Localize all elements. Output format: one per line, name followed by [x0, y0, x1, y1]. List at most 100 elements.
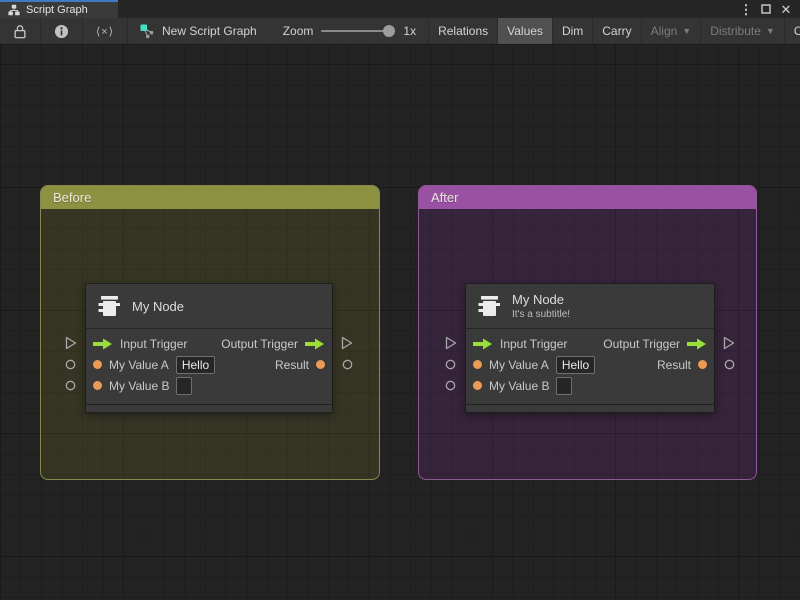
external-result-port[interactable]	[342, 359, 353, 370]
value-a-port-icon[interactable]	[93, 360, 102, 369]
result-port-icon[interactable]	[316, 360, 325, 369]
node-my-node-before[interactable]: My Node Input Trigger Output Trigger My …	[85, 283, 333, 413]
overview-button[interactable]: Overview	[783, 18, 800, 44]
values-button[interactable]: Values	[497, 18, 552, 44]
tab-label: Script Graph	[26, 4, 88, 16]
value-b-port-icon[interactable]	[93, 381, 102, 390]
relations-button[interactable]: Relations	[428, 18, 497, 44]
input-trigger-port-icon[interactable]	[473, 338, 493, 350]
value-b-row: My Value B	[466, 375, 714, 396]
node-before-wrap: My Node Input Trigger Output Trigger My …	[65, 283, 353, 413]
node-title: My Node	[132, 298, 185, 314]
group-after-header[interactable]: After	[419, 186, 756, 209]
node-subtitle: It's a subtitle!	[512, 309, 571, 320]
edit-source-button[interactable]: ⟨×⟩	[83, 18, 129, 44]
zoom-value: 1x	[403, 24, 417, 38]
output-trigger-label: Output Trigger	[221, 336, 298, 351]
external-flow-input-port[interactable]	[65, 336, 77, 350]
value-b-label: My Value B	[489, 378, 550, 393]
external-value-b-port[interactable]	[65, 380, 76, 391]
distribute-dropdown: Distribute ▼	[700, 18, 784, 44]
value-b-label: My Value B	[109, 378, 170, 393]
window-controls: ⋮ ✕	[738, 0, 800, 18]
chevron-down-icon: ▼	[765, 25, 775, 36]
external-flow-output-port[interactable]	[341, 336, 353, 350]
relations-label: Relations	[438, 24, 489, 38]
tab-bar: Script Graph ⋮ ✕	[0, 0, 800, 18]
input-trigger-label: Input Trigger	[120, 336, 188, 351]
align-dropdown: Align ▼	[640, 18, 701, 44]
group-before-title: Before	[53, 190, 92, 205]
value-b-port-icon[interactable]	[473, 381, 482, 390]
external-flow-input-port[interactable]	[445, 336, 457, 350]
code-icon: ⟨×⟩	[96, 25, 115, 38]
lock-icon	[13, 24, 27, 39]
graph-hierarchy-icon	[8, 4, 20, 16]
node-body: Input Trigger Output Trigger My Value A …	[466, 329, 714, 402]
zoom-control: Zoom 1x	[271, 18, 428, 44]
trigger-row: Input Trigger Output Trigger	[466, 333, 714, 354]
value-b-field[interactable]	[176, 376, 193, 395]
node-footer	[466, 404, 714, 412]
graph-nodes-icon	[140, 23, 155, 39]
value-a-port-icon[interactable]	[473, 360, 482, 369]
node-header: My Node It's a subtitle!	[466, 284, 714, 329]
node-title: My Node	[512, 292, 565, 307]
dim-label: Dim	[561, 24, 584, 38]
node-after-wrap: My Node It's a subtitle! Input Trigger O…	[445, 283, 735, 413]
chevron-down-icon: ▼	[682, 25, 692, 36]
value-b-row: My Value B	[86, 375, 332, 396]
info-icon	[54, 24, 69, 39]
unit-icon	[476, 293, 502, 319]
output-trigger-port-icon[interactable]	[305, 338, 325, 350]
distribute-label: Distribute	[710, 24, 761, 38]
tab-script-graph[interactable]: Script Graph	[0, 0, 118, 18]
group-after-title: After	[431, 190, 459, 205]
window-menu-icon[interactable]: ⋮	[738, 1, 754, 17]
align-label: Align	[650, 24, 678, 38]
overview-label: Overview	[794, 24, 800, 38]
new-script-graph-button[interactable]: New Script Graph	[128, 18, 271, 44]
value-a-field[interactable]: Hello	[555, 355, 596, 374]
zoom-slider-thumb[interactable]	[383, 25, 396, 37]
zoom-label: Zoom	[282, 24, 314, 38]
external-result-port[interactable]	[724, 359, 735, 370]
node-my-node-after[interactable]: My Node It's a subtitle! Input Trigger O…	[465, 283, 715, 413]
inspect-button[interactable]	[41, 18, 83, 44]
graph-canvas[interactable]: Before After My Node Input Trigger Outpu…	[0, 45, 800, 599]
external-value-a-port[interactable]	[445, 359, 456, 370]
node-body: Input Trigger Output Trigger My Value A …	[86, 329, 332, 402]
lock-button[interactable]	[0, 18, 41, 44]
value-a-label: My Value A	[489, 357, 549, 372]
input-trigger-label: Input Trigger	[500, 336, 568, 351]
output-trigger-port-icon[interactable]	[687, 338, 707, 350]
graph-toolbar: ⟨×⟩ New Script Graph Zoom 1x Relations V…	[0, 18, 800, 45]
value-a-field[interactable]: Hello	[175, 355, 216, 374]
group-before-header[interactable]: Before	[41, 186, 379, 209]
node-footer	[86, 404, 332, 412]
close-icon[interactable]: ✕	[778, 1, 794, 17]
result-port-icon[interactable]	[698, 360, 707, 369]
zoom-slider[interactable]	[321, 25, 396, 37]
trigger-row: Input Trigger Output Trigger	[86, 333, 332, 354]
value-b-field[interactable]	[556, 376, 573, 395]
value-a-row: My Value A Hello Result	[86, 354, 332, 375]
value-a-label: My Value A	[109, 357, 169, 372]
carry-label: Carry	[602, 24, 632, 38]
unit-icon	[96, 293, 122, 319]
values-label: Values	[507, 24, 543, 38]
external-value-b-port[interactable]	[445, 380, 456, 391]
node-header: My Node	[86, 284, 332, 329]
output-trigger-label: Output Trigger	[603, 336, 680, 351]
external-value-a-port[interactable]	[65, 359, 76, 370]
value-a-row: My Value A Hello Result	[466, 354, 714, 375]
result-label: Result	[656, 357, 691, 372]
toolbar-toggles: Relations Values Dim Carry Align ▼ Distr…	[428, 18, 800, 44]
external-flow-output-port[interactable]	[723, 336, 735, 350]
result-label: Result	[274, 357, 309, 372]
input-trigger-port-icon[interactable]	[93, 338, 113, 350]
new-script-graph-label: New Script Graph	[162, 24, 257, 38]
maximize-icon[interactable]	[758, 1, 774, 17]
carry-button[interactable]: Carry	[592, 18, 640, 44]
dim-button[interactable]: Dim	[551, 18, 592, 44]
